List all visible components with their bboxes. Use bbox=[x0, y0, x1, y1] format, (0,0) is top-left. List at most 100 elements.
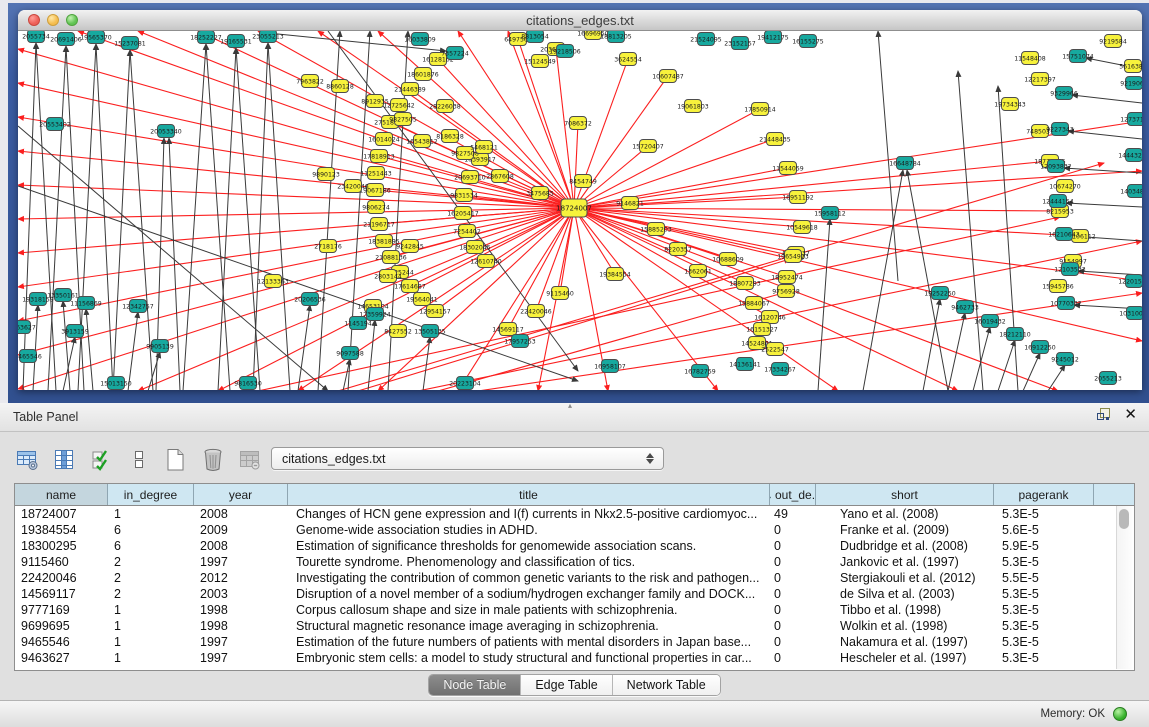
table-cell[interactable]: 1997 bbox=[194, 554, 288, 570]
table-cell[interactable]: 9115460 bbox=[15, 554, 108, 570]
graph-node[interactable]: 9465546 bbox=[18, 350, 42, 363]
table-cell[interactable]: 5.9E-5 bbox=[994, 538, 1094, 554]
close-panel-icon[interactable]: ✕ bbox=[1124, 408, 1137, 421]
table-cell[interactable]: 5.5E-5 bbox=[994, 570, 1094, 586]
graph-node[interactable]: 15751074 bbox=[1062, 50, 1094, 63]
table-cell[interactable]: 9465546 bbox=[15, 634, 108, 650]
network-window-titlebar[interactable]: citations_edges.txt bbox=[18, 10, 1142, 31]
table-row[interactable]: 1830029562008Estimation of significance … bbox=[15, 538, 1134, 554]
table-row[interactable]: 969969511998Structural magnetic resonanc… bbox=[15, 618, 1134, 634]
splitter-grip-icon[interactable]: ▴ bbox=[568, 401, 572, 410]
table-selector-dropdown[interactable]: citations_edges.txt bbox=[271, 447, 664, 470]
graph-node[interactable]: 2055734 bbox=[22, 31, 50, 43]
graph-node[interactable]: 12133363 bbox=[257, 275, 289, 288]
graph-node[interactable]: 10549618 bbox=[786, 221, 818, 234]
table-cell[interactable]: 5.3E-5 bbox=[994, 618, 1094, 634]
table-cell[interactable]: 1 bbox=[108, 650, 194, 666]
table-cell[interactable]: Dudbridge et al. (2008) bbox=[816, 538, 994, 554]
graph-node[interactable]: 18212110 bbox=[999, 328, 1031, 341]
column-header-in_degree[interactable]: in_degree bbox=[108, 484, 194, 505]
table-cell[interactable]: Stergiakouli et al. (2012) bbox=[816, 570, 994, 586]
graph-node[interactable]: 16543812 bbox=[406, 135, 438, 148]
table-cell[interactable]: Genome-wide association studies in ADHD. bbox=[288, 522, 770, 538]
table-cell[interactable]: 2012 bbox=[194, 570, 288, 586]
graph-node[interactable]: 9816530 bbox=[234, 377, 262, 390]
graph-node[interactable]: 9756928 bbox=[772, 285, 800, 298]
table-cell[interactable]: Disruption of a novel member of a sodium… bbox=[288, 586, 770, 602]
table-cell[interactable]: 22420046 bbox=[15, 570, 108, 586]
table-cell[interactable]: 5.3E-5 bbox=[994, 650, 1094, 666]
table-row[interactable]: 946362711997Embryonic stem cells: a mode… bbox=[15, 650, 1134, 666]
table-vertical-scrollbar[interactable] bbox=[1116, 506, 1132, 669]
table-row[interactable]: 946554611997Estimation of the future num… bbox=[15, 634, 1134, 650]
table-cell[interactable]: 49 bbox=[770, 506, 816, 522]
table-cell[interactable]: 1998 bbox=[194, 602, 288, 618]
table-row[interactable]: 1938455462009Genome-wide association stu… bbox=[15, 522, 1134, 538]
graph-node[interactable]: 5616384 bbox=[1119, 60, 1142, 73]
column-header-name[interactable]: name bbox=[15, 484, 108, 505]
graph-node[interactable]: 10310035 bbox=[1119, 307, 1142, 320]
graph-node[interactable]: 11548408 bbox=[1014, 52, 1046, 65]
row-height-icon[interactable] bbox=[125, 446, 153, 474]
graph-node[interactable]: 10770332 bbox=[1050, 297, 1082, 310]
graph-node[interactable]: 15237081 bbox=[114, 37, 146, 50]
table-cell[interactable]: 2 bbox=[108, 570, 194, 586]
table-cell[interactable]: 5.3E-5 bbox=[994, 554, 1094, 570]
graph-node[interactable]: 21448435 bbox=[759, 133, 791, 146]
graph-node[interactable]: 14569117 bbox=[492, 323, 524, 336]
graph-node[interactable]: 17818913 bbox=[363, 150, 395, 163]
graph-node[interactable]: 8427552 bbox=[384, 325, 412, 338]
table-cell[interactable]: 1997 bbox=[194, 650, 288, 666]
table-cell[interactable]: 5.3E-5 bbox=[994, 506, 1094, 522]
table-row[interactable]: 1456911722003Disruption of a novel membe… bbox=[15, 586, 1134, 602]
column-header-pagerank[interactable]: pagerank bbox=[994, 484, 1094, 505]
table-settings-icon[interactable] bbox=[14, 446, 42, 474]
graph-node[interactable]: 16151327 bbox=[746, 323, 778, 336]
table-cell[interactable]: Changes of HCN gene expression and I(f) … bbox=[288, 506, 770, 522]
graph-node[interactable]: 14034813 bbox=[1120, 185, 1142, 198]
graph-node[interactable]: 18252227 bbox=[190, 31, 222, 44]
graph-node[interactable]: 12201505 bbox=[1118, 275, 1142, 288]
graph-node[interactable]: 9329966 bbox=[1050, 87, 1078, 100]
graph-node[interactable]: 15945786 bbox=[1042, 280, 1074, 293]
table-cell[interactable]: Embryonic stem cells: a model to study s… bbox=[288, 650, 770, 666]
select-mode-icon[interactable] bbox=[88, 446, 116, 474]
graph-node[interactable]: 15013150 bbox=[100, 377, 132, 390]
graph-node[interactable]: 9462733 bbox=[951, 301, 979, 314]
table-cell[interactable]: Jankovic et al. (1997) bbox=[816, 554, 994, 570]
graph-node[interactable]: 21196717 bbox=[363, 218, 395, 231]
graph-node[interactable]: 23152157 bbox=[724, 37, 756, 50]
graph-node[interactable]: 20553402 bbox=[39, 118, 71, 131]
table-cell[interactable]: 6 bbox=[108, 522, 194, 538]
graph-node[interactable]: 3624554 bbox=[614, 53, 642, 66]
table-cell[interactable]: Estimation of significance thresholds fo… bbox=[288, 538, 770, 554]
table-cell[interactable]: 2009 bbox=[194, 522, 288, 538]
table-cell[interactable]: 14569117 bbox=[15, 586, 108, 602]
graph-node[interactable]: 8860128 bbox=[326, 80, 354, 93]
graph-node[interactable]: 15958112 bbox=[814, 207, 846, 220]
graph-node[interactable]: 15720407 bbox=[632, 140, 664, 153]
graph-node[interactable]: 9219061 bbox=[1120, 77, 1142, 90]
graph-node[interactable]: 7086372 bbox=[564, 117, 592, 130]
table-row[interactable]: 1872400712008Changes of HCN gene express… bbox=[15, 506, 1134, 522]
import-table-icon[interactable] bbox=[236, 446, 264, 474]
table-cell[interactable]: Corpus callosum shape and size in male p… bbox=[288, 602, 770, 618]
table-cell[interactable]: 2 bbox=[108, 586, 194, 602]
graph-node[interactable]: 21446389 bbox=[394, 83, 426, 96]
graph-node[interactable]: 18724007 bbox=[556, 199, 592, 217]
table-cell[interactable]: 1998 bbox=[194, 618, 288, 634]
table-cell[interactable]: 18300295 bbox=[15, 538, 108, 554]
table-row[interactable]: 2242004622012Investigating the contribut… bbox=[15, 570, 1134, 586]
table-cell[interactable]: Wolkin et al. (1998) bbox=[816, 618, 994, 634]
table-cell[interactable]: 1 bbox=[108, 618, 194, 634]
graph-node[interactable]: 9115460 bbox=[546, 287, 574, 300]
graph-node[interactable]: 11544059 bbox=[772, 162, 804, 175]
delete-table-icon[interactable] bbox=[199, 446, 227, 474]
table-cell[interactable]: 0 bbox=[770, 522, 816, 538]
graph-node[interactable]: 7254402 bbox=[453, 225, 481, 238]
column-header-title[interactable]: title bbox=[288, 484, 770, 505]
show-column-icon[interactable] bbox=[51, 446, 79, 474]
graph-node[interactable]: 9831534 bbox=[450, 189, 478, 202]
graph-node[interactable]: 23055213 bbox=[252, 31, 284, 43]
graph-node[interactable]: 10674270 bbox=[1049, 180, 1081, 193]
